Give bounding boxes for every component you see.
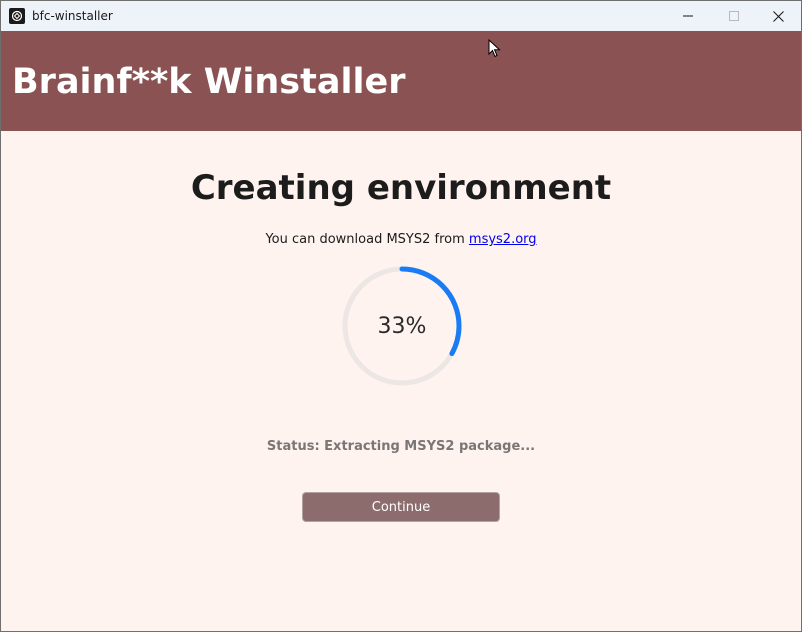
- maximize-button[interactable]: [711, 1, 757, 31]
- download-info: You can download MSYS2 from msys2.org: [1, 232, 801, 247]
- download-text: You can download MSYS2 from: [265, 232, 469, 247]
- progress-percent: 33%: [377, 313, 427, 339]
- app-logo-icon: [9, 8, 25, 24]
- msys2-link[interactable]: msys2.org: [469, 232, 537, 247]
- maximize-icon: [729, 11, 739, 21]
- close-icon: [772, 10, 784, 22]
- minimize-button[interactable]: [665, 1, 711, 31]
- close-button[interactable]: [755, 1, 801, 31]
- progress-ring: 33%: [340, 264, 464, 388]
- window-title: bfc-winstaller: [32, 9, 113, 23]
- status-text: Status: Extracting MSYS2 package...: [266, 439, 536, 454]
- mouse-cursor-icon: [488, 39, 501, 58]
- app-title: Brainf**k Winstaller: [12, 62, 406, 102]
- app-window: bfc-winstaller Brainf**k Winstaller Crea…: [0, 0, 802, 632]
- page-heading: Creating environment: [190, 168, 612, 208]
- minimize-icon: [683, 15, 693, 17]
- app-header: Brainf**k Winstaller: [1, 31, 801, 131]
- title-bar[interactable]: bfc-winstaller: [1, 1, 801, 31]
- continue-button[interactable]: Continue: [302, 492, 500, 522]
